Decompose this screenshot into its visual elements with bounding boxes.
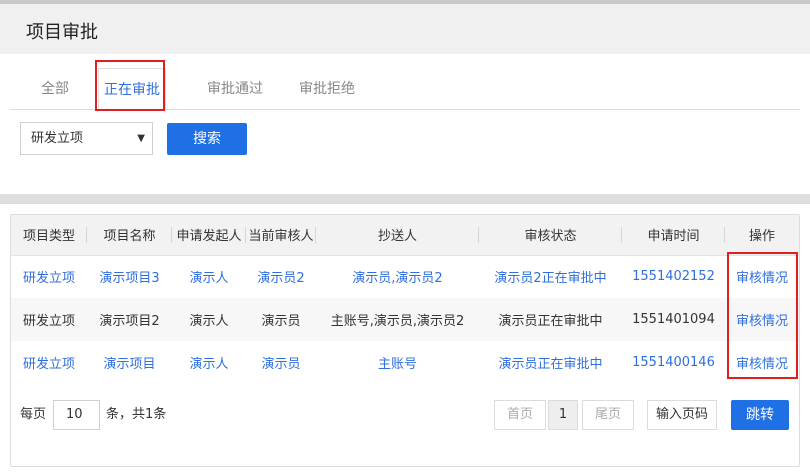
table-row: 研发立项 演示项目3 演示人 演示员2 演示员,演示员2 演示员2正在审批中 1… [11,255,799,298]
cell-type[interactable]: 研发立项 [11,255,87,298]
cell-name[interactable]: 演示项目 [87,341,172,384]
cell-cc[interactable]: 主账号 [316,341,479,384]
cell-name: 演示项目2 [87,298,172,341]
highlight-box-tab [95,60,165,111]
page-size-input[interactable]: 10 [53,400,100,430]
table-row: 研发立项 演示项目 演示人 演示员 主账号 演示员正在审批中 155140014… [11,341,799,384]
title-bar: 项目审批 [0,4,810,54]
tab-rejected[interactable]: 审批拒绝 [292,68,362,110]
highlight-box-operations [727,252,798,379]
cell-reviewer[interactable]: 演示员2 [246,255,316,298]
cell-name[interactable]: 演示项目3 [87,255,172,298]
page-size-prefix: 每页 [20,407,47,422]
cell-time[interactable]: 1551400146 [622,341,725,384]
total-count-text: 条，共1条 [106,407,167,422]
page-title: 项目审批 [26,22,98,43]
cell-status: 演示员正在审批中 [479,298,622,341]
caret-down-icon: ▼ [137,133,145,144]
cell-type[interactable]: 研发立项 [11,341,87,384]
project-type-select[interactable]: 研发立项 ▼ [20,122,153,155]
col-header: 申请发起人 [172,215,246,256]
col-header: 项目名称 [87,215,172,256]
col-header: 操作 [725,215,799,256]
cell-time: 1551401094 [622,298,725,341]
cell-time[interactable]: 1551402152 [622,255,725,298]
cell-status[interactable]: 演示员正在审批中 [479,341,622,384]
jump-button[interactable]: 跳转 [731,400,789,430]
first-page-button[interactable]: 首页 [494,400,546,430]
cell-type: 研发立项 [11,298,87,341]
col-header: 抄送人 [316,215,479,256]
cell-cc[interactable]: 演示员,演示员2 [316,255,479,298]
search-button[interactable]: 搜索 [167,123,247,155]
approval-table: 项目类型 项目名称 申请发起人 当前审核人 抄送人 审核状态 申请时间 操作 研… [11,215,799,384]
page-number-input[interactable]: 输入页码 [647,400,717,430]
project-type-select-value: 研发立项 [31,131,84,146]
cell-reviewer: 演示员 [246,298,316,341]
current-page-button[interactable]: 1 [548,400,578,430]
cell-reviewer[interactable]: 演示员 [246,341,316,384]
col-header: 当前审核人 [246,215,316,256]
cell-cc: 主账号,演示员,演示员2 [316,298,479,341]
col-header: 审核状态 [479,215,622,256]
tab-approved[interactable]: 审批通过 [200,68,270,110]
cell-status[interactable]: 演示员2正在审批中 [479,255,622,298]
last-page-button[interactable]: 尾页 [582,400,634,430]
section-divider [0,194,810,204]
cell-initiator[interactable]: 演示人 [172,255,246,298]
col-header: 项目类型 [11,215,87,256]
table-row: 研发立项 演示项目2 演示人 演示员 主账号,演示员,演示员2 演示员正在审批中… [11,298,799,341]
tab-all[interactable]: 全部 [10,68,100,110]
cell-initiator[interactable]: 演示人 [172,341,246,384]
col-header: 申请时间 [622,215,725,256]
table-header-row: 项目类型 项目名称 申请发起人 当前审核人 抄送人 审核状态 申请时间 操作 [11,215,799,256]
cell-initiator: 演示人 [172,298,246,341]
